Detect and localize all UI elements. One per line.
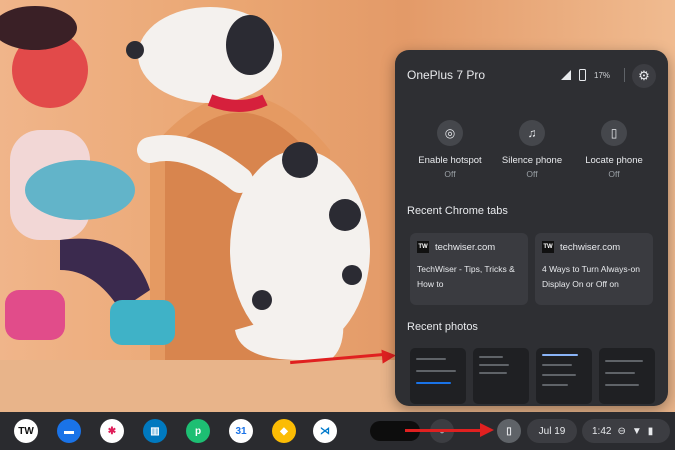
recent-photo-thumbnail[interactable] bbox=[536, 348, 592, 404]
techwiser-favicon-icon: TW bbox=[542, 241, 554, 253]
hotspot-state: Off bbox=[444, 169, 456, 179]
slack-icon[interactable]: ✱ bbox=[100, 419, 124, 443]
recent-tab-card[interactable]: TW techwiser.com TechWiser - Tips, Trick… bbox=[410, 233, 528, 305]
status-divider bbox=[624, 68, 626, 82]
shelf: TW ▬ ✱ ▥ p 31 ◆ ⋊ ● ▯ Jul 19 1:42 ⊖ ▼ ▮ bbox=[0, 412, 675, 450]
phone-status: 17% bbox=[561, 68, 626, 82]
techwiser-icon[interactable]: TW bbox=[14, 419, 38, 443]
recent-tab-card[interactable]: TW techwiser.com 4 Ways to Turn Always-o… bbox=[535, 233, 653, 305]
signal-icon bbox=[561, 70, 571, 80]
settings-button[interactable]: ⚙ bbox=[632, 64, 656, 88]
recent-photos-title: Recent photos bbox=[407, 321, 478, 333]
tab-site: techwiser.com bbox=[560, 241, 621, 253]
phone-hub-icon[interactable]: ▯ bbox=[497, 419, 521, 443]
hotspot-label: Enable hotspot bbox=[418, 155, 482, 166]
vscode-icon[interactable]: ⋊ bbox=[313, 419, 337, 443]
tab-title: 4 Ways to Turn Always-on Display On or O… bbox=[542, 264, 640, 289]
battery-percent: 17% bbox=[594, 70, 611, 80]
date-pill[interactable]: Jul 19 bbox=[527, 419, 577, 443]
minus-circle-icon: ⊖ bbox=[617, 425, 626, 437]
annotation-arrow-phone-hub bbox=[405, 429, 483, 432]
tab-title: TechWiser - Tips, Tricks & How to bbox=[417, 264, 515, 289]
clock-label: 1:42 bbox=[592, 425, 612, 437]
phone-locate-icon: ▯ bbox=[601, 120, 627, 146]
date-label: Jul 19 bbox=[538, 425, 566, 437]
recent-photo-thumbnail[interactable] bbox=[473, 348, 529, 404]
techwiser-favicon-icon: TW bbox=[417, 241, 429, 253]
status-tray[interactable]: 1:42 ⊖ ▼ ▮ bbox=[582, 419, 670, 443]
battery-icon: ▮ bbox=[647, 425, 654, 437]
device-name: OnePlus 7 Pro bbox=[407, 68, 486, 82]
hotspot-icon: ◎ bbox=[437, 120, 463, 146]
silence-phone-button[interactable]: ♫ Silence phone Off bbox=[490, 120, 574, 179]
annotation-arrowhead-phone-hub bbox=[480, 423, 494, 437]
wifi-icon: ▼ bbox=[631, 425, 642, 437]
silence-state: Off bbox=[526, 169, 538, 179]
locate-phone-button[interactable]: ▯ Locate phone Off bbox=[572, 120, 656, 179]
recent-tabs-title: Recent Chrome tabs bbox=[407, 205, 508, 217]
calendar-icon[interactable]: 31 bbox=[229, 419, 253, 443]
recent-photo-thumbnail[interactable] bbox=[410, 348, 466, 404]
trello-icon[interactable]: ▥ bbox=[143, 419, 167, 443]
picsart-icon[interactable]: p bbox=[186, 419, 210, 443]
keep-icon[interactable]: ◆ bbox=[272, 419, 296, 443]
locate-state: Off bbox=[608, 169, 620, 179]
silence-label: Silence phone bbox=[501, 155, 563, 166]
files-icon[interactable]: ▬ bbox=[57, 419, 81, 443]
locate-label: Locate phone bbox=[585, 155, 643, 166]
phone-hub-panel: OnePlus 7 Pro 17% ⚙ ◎ Enable hotspot Off… bbox=[395, 50, 668, 406]
enable-hotspot-button[interactable]: ◎ Enable hotspot Off bbox=[408, 120, 492, 179]
gear-icon: ⚙ bbox=[638, 68, 650, 83]
recent-photo-thumbnail[interactable] bbox=[599, 348, 655, 404]
tab-site: techwiser.com bbox=[435, 241, 496, 253]
battery-icon bbox=[579, 69, 586, 81]
bell-icon: ♫ bbox=[519, 120, 545, 146]
